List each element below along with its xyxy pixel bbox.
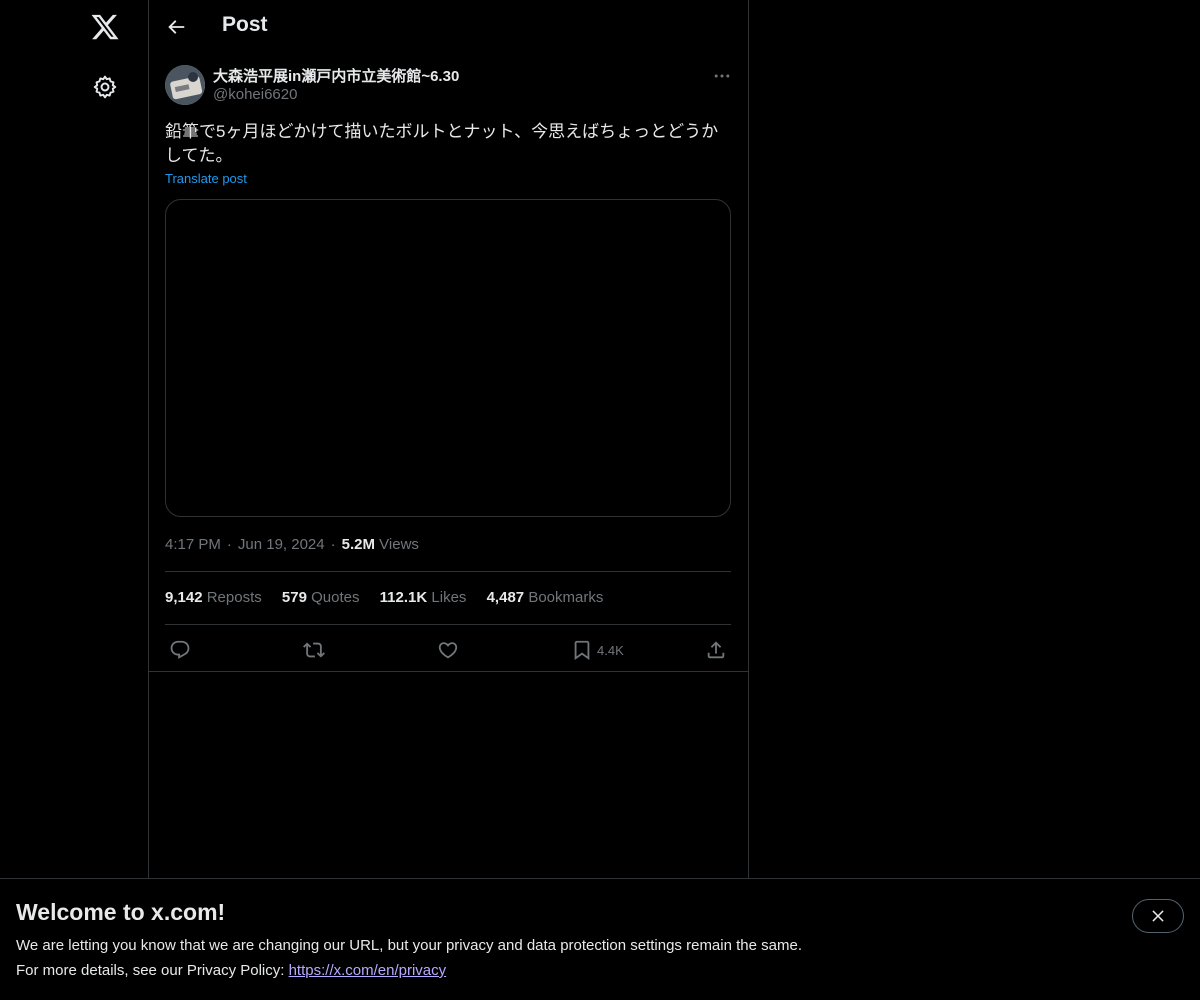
divider bbox=[165, 571, 731, 572]
bookmark-button[interactable]: 4.4K bbox=[571, 638, 624, 662]
likes-count: 112.1K bbox=[379, 589, 428, 606]
post-stats: 9,142 Reposts 579 Quotes 112.1K Likes 4,… bbox=[165, 589, 619, 606]
bookmarks-label: Bookmarks bbox=[528, 589, 604, 606]
reposts-label: Reposts bbox=[206, 589, 262, 606]
reply-button[interactable] bbox=[169, 638, 191, 662]
left-nav bbox=[0, 0, 149, 1000]
bookmark-icon bbox=[574, 640, 590, 661]
avatar[interactable] bbox=[165, 65, 205, 105]
heart-icon bbox=[438, 642, 458, 659]
more-options-button[interactable] bbox=[712, 66, 732, 86]
quotes-stat[interactable]: 579 Quotes bbox=[282, 589, 360, 606]
share-button[interactable] bbox=[705, 638, 727, 662]
post-meta: 4:17 PM · Jun 19, 2024 · 5.2M Views bbox=[165, 536, 419, 553]
post-actions: 4.4K bbox=[165, 636, 731, 666]
main-column: Post 大森浩平展in瀬戸内市立美術館~6.30 @kohei6620 鉛筆で… bbox=[149, 0, 749, 1000]
likes-label: Likes bbox=[431, 589, 467, 606]
post-time[interactable]: 4:17 PM bbox=[165, 536, 221, 553]
author-name[interactable]: 大森浩平展in瀬戸内市立美術館~6.30 bbox=[213, 65, 459, 86]
close-icon bbox=[1152, 910, 1164, 922]
reposts-stat[interactable]: 9,142 Reposts bbox=[165, 589, 262, 606]
share-icon bbox=[707, 641, 725, 659]
bookmarks-stat[interactable]: 4,487 Bookmarks bbox=[487, 589, 604, 606]
quotes-label: Quotes bbox=[311, 589, 360, 606]
reposts-count: 9,142 bbox=[165, 589, 203, 606]
translate-post-link[interactable]: Translate post bbox=[165, 171, 247, 186]
reply-icon bbox=[170, 640, 190, 659]
repost-button[interactable] bbox=[303, 638, 325, 662]
x-logo-icon[interactable] bbox=[90, 12, 120, 42]
views-label: Views bbox=[379, 536, 419, 553]
banner-close-button[interactable] bbox=[1132, 899, 1184, 933]
bookmark-count: 4.4K bbox=[597, 642, 624, 658]
divider bbox=[165, 624, 731, 625]
views-count: 5.2M bbox=[341, 536, 375, 553]
quotes-count: 579 bbox=[281, 589, 307, 606]
repost-icon bbox=[303, 642, 325, 658]
post: 大森浩平展in瀬戸内市立美術館~6.30 @kohei6620 鉛筆で5ヶ月ほど… bbox=[149, 54, 748, 672]
author-handle[interactable]: @kohei6620 bbox=[213, 86, 297, 103]
bookmarks-count: 4,487 bbox=[486, 589, 525, 606]
more-dots-icon bbox=[714, 74, 730, 78]
page-header: Post bbox=[149, 0, 748, 54]
likes-stat[interactable]: 112.1K Likes bbox=[380, 589, 467, 606]
page-title: Post bbox=[222, 13, 268, 36]
arrow-left-icon bbox=[168, 20, 185, 34]
gear-icon[interactable] bbox=[92, 74, 118, 100]
privacy-policy-link[interactable]: https://x.com/en/privacy bbox=[289, 962, 447, 979]
banner-privacy-line: For more details, see our Privacy Policy… bbox=[16, 962, 446, 979]
post-media[interactable] bbox=[165, 199, 731, 517]
welcome-banner: Welcome to x.com! We are letting you kno… bbox=[0, 878, 1200, 1000]
back-button[interactable] bbox=[165, 16, 187, 38]
like-button[interactable] bbox=[437, 638, 459, 662]
banner-privacy-prefix: For more details, see our Privacy Policy… bbox=[16, 962, 289, 979]
banner-message: We are letting you know that we are chan… bbox=[16, 937, 802, 954]
post-date[interactable]: Jun 19, 2024 bbox=[238, 536, 325, 553]
app-root: Post 大森浩平展in瀬戸内市立美術館~6.30 @kohei6620 鉛筆で… bbox=[0, 0, 1200, 1000]
banner-title: Welcome to x.com! bbox=[16, 899, 226, 925]
post-text: 鉛筆で5ヶ月ほどかけて描いたボルトとナット、今思えばちょっとどうかしてた。 bbox=[165, 122, 719, 165]
